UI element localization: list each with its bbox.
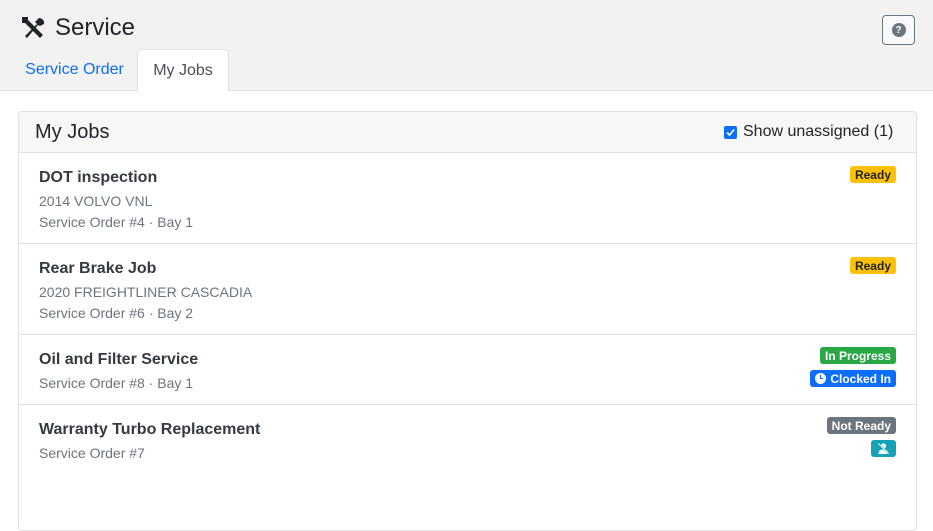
- job-service-order: Service Order #7: [39, 445, 145, 461]
- clocked-in-badge: Clocked In: [810, 370, 896, 387]
- job-name: DOT inspection: [39, 169, 158, 186]
- show-unassigned-checkbox[interactable]: [724, 125, 737, 139]
- job-vehicle: 2020 FREIGHTLINER CASCADIA: [39, 284, 253, 300]
- top-bar: Service ? Service Order My Jobs: [0, 0, 933, 92]
- job-name: Warranty Turbo Replacement: [39, 421, 261, 438]
- job-item[interactable]: Oil and Filter Service Service Order #8 …: [19, 335, 916, 405]
- my-jobs-card: My Jobs Show unassigned (1) DOT inspecti…: [18, 111, 917, 531]
- status-badge: Not Ready: [826, 417, 896, 434]
- status-badge: Ready: [849, 257, 896, 274]
- job-item[interactable]: Rear Brake Job 2020 FREIGHTLINER CASCADI…: [19, 244, 916, 335]
- job-name: Rear Brake Job: [39, 260, 157, 277]
- tab-service-order[interactable]: Service Order: [12, 49, 137, 91]
- job-name: Oil and Filter Service: [39, 351, 199, 368]
- show-unassigned-label: Show unassigned (1): [743, 123, 894, 140]
- show-unassigned-toggle[interactable]: Show unassigned (1): [724, 123, 893, 141]
- tools-icon: [22, 17, 45, 38]
- unassigned-user-badge: [871, 440, 896, 457]
- job-item[interactable]: Warranty Turbo Replacement Service Order…: [19, 405, 916, 475]
- question-icon: ?: [891, 23, 906, 37]
- page-title: Service: [55, 14, 136, 41]
- clock-icon: [815, 373, 827, 384]
- clocked-in-label: Clocked In: [830, 371, 891, 386]
- tab-my-jobs[interactable]: My Jobs: [137, 49, 229, 92]
- job-service-order: Service Order #8 · Bay 1: [39, 375, 194, 391]
- card-title: My Jobs: [35, 121, 110, 143]
- job-service-order: Service Order #4 · Bay 1: [39, 214, 194, 230]
- status-badge: Ready: [849, 166, 896, 183]
- job-vehicle: 2014 VOLVO VNL: [39, 193, 153, 209]
- card-header: My Jobs Show unassigned (1): [19, 112, 916, 153]
- status-badge: In Progress: [819, 347, 896, 364]
- unassigned-user-icon: [877, 442, 890, 455]
- help-button[interactable]: ?: [882, 15, 915, 45]
- app-header: Service: [19, 12, 135, 44]
- job-service-order: Service Order #6 · Bay 2: [39, 305, 194, 321]
- job-item[interactable]: DOT inspection 2014 VOLVO VNL Service Or…: [19, 153, 916, 244]
- checkmark-icon: [726, 128, 735, 136]
